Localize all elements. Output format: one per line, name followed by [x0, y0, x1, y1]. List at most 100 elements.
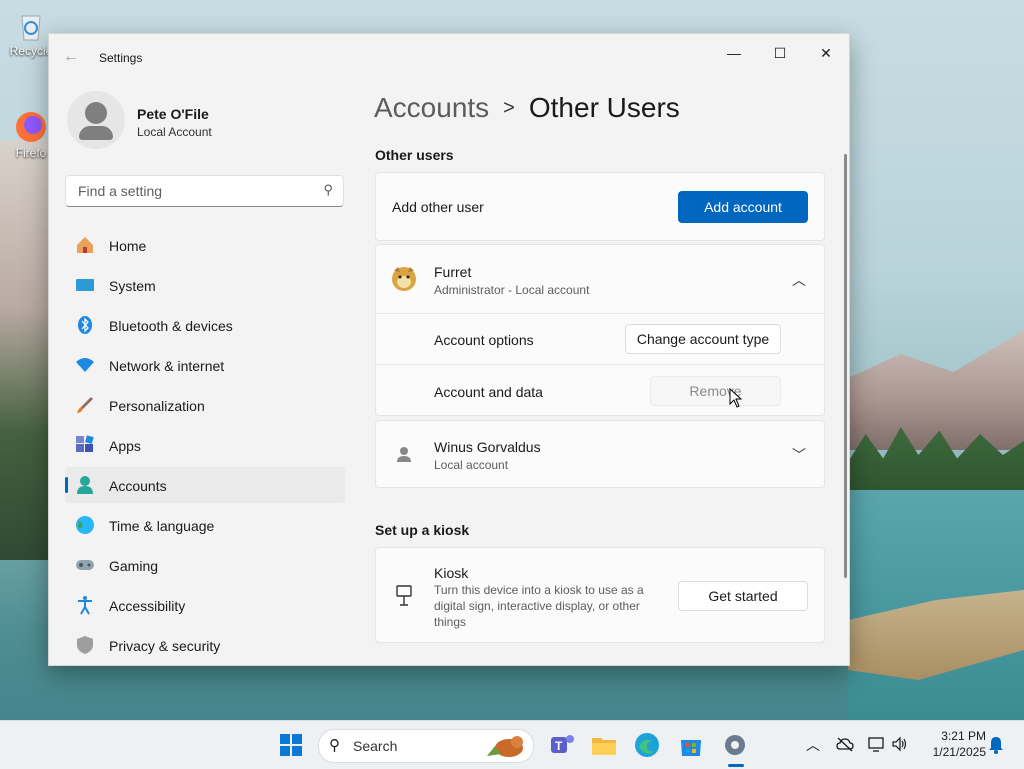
furret-avatar-icon: [392, 267, 416, 291]
back-arrow-icon[interactable]: ←: [63, 48, 79, 66]
sidebar-item-accessibility[interactable]: Accessibility: [65, 587, 345, 623]
search-input[interactable]: [76, 182, 310, 200]
sidebar-item-time-language[interactable]: Time & language: [65, 507, 345, 543]
sidebar-item-label: Gaming: [109, 558, 159, 574]
user-card-winus: Winus Gorvaldus Local account ﹀: [375, 420, 825, 488]
brush-icon: [77, 397, 93, 413]
avatar-head: [85, 102, 107, 124]
profile-account-type: Local Account: [137, 125, 212, 139]
settings-gear-icon[interactable]: [721, 731, 749, 759]
sidebar-item-label: Accounts: [109, 478, 167, 494]
bluetooth-icon: [78, 316, 92, 334]
sidebar-item-label: Time & language: [109, 518, 215, 534]
edge-icon[interactable]: [633, 731, 661, 759]
start-windows-icon[interactable]: [277, 731, 305, 759]
cloud-offline-icon[interactable]: [836, 736, 854, 752]
teams-icon[interactable]: T: [548, 731, 576, 759]
taskbar: ⚲ Search T ︿ 3:21 PM 1/21/2025: [0, 720, 1024, 769]
shield-icon: [77, 636, 93, 654]
firefox-icon: [16, 112, 46, 142]
taskbar-clock[interactable]: 3:21 PM 1/21/2025: [916, 728, 986, 760]
wifi-icon: [76, 358, 94, 372]
breadcrumb: Accounts > Other Users: [374, 92, 680, 124]
chevron-up-icon[interactable]: ︿: [792, 270, 806, 290]
notification-bell-icon[interactable]: [988, 736, 1004, 754]
remove-button[interactable]: Remove: [650, 376, 781, 406]
user-subtitle: Local account: [434, 458, 509, 472]
change-account-type-button[interactable]: Change account type: [625, 324, 781, 354]
sidebar-item-accounts[interactable]: Accounts: [65, 467, 345, 503]
add-user-label: Add other user: [392, 199, 484, 215]
clock-time: 3:21 PM: [941, 729, 986, 743]
avatar[interactable]: [67, 91, 125, 149]
add-user-card: Add other user Add account: [375, 172, 825, 241]
sidebar-item-label: Personalization: [109, 398, 205, 414]
breadcrumb-parent[interactable]: Accounts: [374, 92, 489, 123]
search-icon: ⚲: [329, 737, 340, 754]
sidebar-nav: Home System Bluetooth & devices Network …: [65, 227, 345, 665]
store-icon[interactable]: [677, 731, 705, 759]
apps-icon: [76, 435, 94, 452]
kiosk-description-line: things: [434, 615, 467, 629]
sidebar-item-gaming[interactable]: Gaming: [65, 547, 345, 583]
sidebar-item-label: System: [109, 278, 156, 294]
sidebar-item-personalization[interactable]: Personalization: [65, 387, 345, 423]
sidebar-item-label: Accessibility: [109, 598, 186, 614]
sidebar-item-system[interactable]: System: [65, 267, 345, 303]
kiosk-card: Kiosk Turn this device into a kiosk to u…: [375, 547, 825, 643]
account-and-data-label: Account and data: [434, 384, 543, 400]
avatar-body: [79, 126, 113, 140]
window-title: Settings: [99, 51, 143, 65]
user-name: Winus Gorvaldus: [434, 439, 541, 455]
title-bar: ← Settings — ☐ ✕: [49, 34, 849, 82]
system-icon: [76, 279, 94, 291]
page-title: Other Users: [528, 92, 680, 123]
desktop-icon-label: Recycle: [9, 44, 53, 58]
clock-date: 1/21/2025: [932, 745, 986, 759]
get-started-button[interactable]: Get started: [678, 581, 808, 611]
file-explorer-icon[interactable]: [590, 731, 618, 759]
kiosk-icon: [396, 585, 412, 606]
sidebar-item-network[interactable]: Network & internet: [65, 347, 345, 383]
sidebar-item-privacy[interactable]: Privacy & security: [65, 627, 345, 663]
divider: [376, 364, 824, 365]
user-card-furret: Furret Administrator - Local account ︿ A…: [375, 244, 825, 416]
settings-search[interactable]: ⚲: [65, 175, 344, 207]
volume-icon[interactable]: [892, 736, 908, 752]
globe-icon: [76, 516, 94, 534]
sidebar-item-label: Privacy & security: [109, 638, 221, 654]
sidebar-item-home[interactable]: Home: [65, 227, 345, 263]
sidebar-item-label: Bluetooth & devices: [109, 318, 233, 334]
kiosk-description-line: digital sign, interactive display, or ot…: [434, 599, 640, 613]
section-title-other-users: Other users: [375, 147, 454, 163]
minimize-button[interactable]: —: [711, 38, 757, 68]
desktop-wallpaper-hills: [848, 330, 1024, 450]
search-highlight-icon: [487, 736, 523, 757]
add-account-button[interactable]: Add account: [678, 191, 808, 223]
search-icon[interactable]: ⚲: [323, 182, 333, 198]
scrollbar[interactable]: [844, 154, 847, 578]
sidebar-item-bluetooth[interactable]: Bluetooth & devices: [65, 307, 345, 343]
close-button[interactable]: ✕: [803, 38, 849, 68]
kiosk-description-line: Turn this device into a kiosk to use as …: [434, 583, 644, 597]
taskbar-search[interactable]: ⚲ Search: [318, 729, 534, 763]
accessibility-icon: [78, 596, 92, 615]
sidebar-item-label: Home: [109, 238, 147, 254]
divider: [376, 313, 824, 314]
chevron-up-icon[interactable]: ︿: [806, 735, 820, 755]
gamepad-icon: [76, 560, 94, 570]
maximize-button[interactable]: ☐: [757, 38, 803, 68]
user-name: Furret: [434, 264, 472, 280]
account-options-label: Account options: [434, 332, 534, 348]
sidebar-item-apps[interactable]: Apps: [65, 427, 345, 463]
settings-window: ← Settings — ☐ ✕ Pete O'File Local Accou…: [48, 33, 850, 666]
sidebar-item-label: Apps: [109, 438, 141, 454]
profile-name: Pete O'File: [137, 106, 209, 122]
svg-text:T: T: [555, 739, 563, 753]
active-app-indicator: [728, 764, 744, 767]
network-icon[interactable]: [868, 736, 886, 752]
user-avatar-icon: [397, 447, 411, 462]
accounts-icon: [77, 476, 93, 494]
chevron-down-icon[interactable]: ﹀: [792, 445, 806, 465]
section-title-kiosk: Set up a kiosk: [375, 522, 470, 538]
